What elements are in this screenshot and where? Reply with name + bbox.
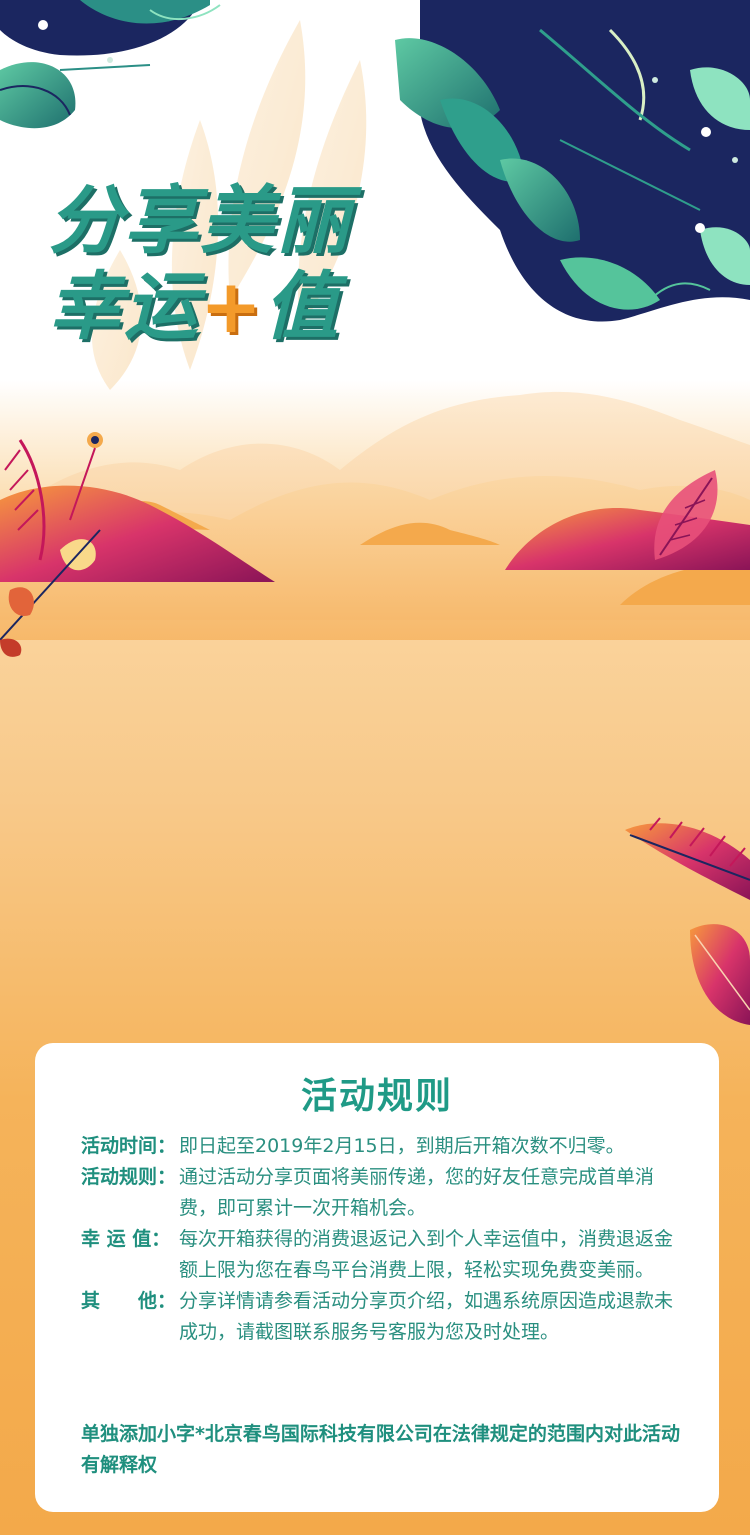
rule-label: 幸 运 值： [81, 1228, 171, 1250]
rule-text: 通过活动分享页面将美丽传递，您的好友任意完成首单消费，即可累计一次开箱机会。 [179, 1166, 655, 1219]
legal-note: 单独添加小字*北京春鸟国际科技有限公司在法律规定的范围内对此活动有解释权 [81, 1423, 680, 1476]
rule-text: 分享详情请参看活动分享页介绍，如遇系统原因造成退款未成功，请截图联系服务号客服为… [179, 1290, 674, 1343]
rules-card: 活动规则 活动时间： 即日起至2019年2月15日，到期后开箱次数不归零。 活动… [35, 1043, 719, 1512]
rule-text: 即日起至2019年2月15日，到期后开箱次数不归零。 [179, 1135, 625, 1157]
top-left-leaves [0, 0, 221, 129]
headline-part-luck: 幸运 [48, 264, 200, 350]
rule-label: 其 他： [81, 1290, 177, 1312]
lower-right-fern [625, 817, 750, 1025]
headline: 分享美丽 幸运+值 [48, 178, 428, 350]
rule-item-rules: 活动规则： 通过活动分享页面将美丽传递，您的好友任意完成首单消费，即可累计一次开… [81, 1162, 681, 1224]
rule-label: 活动时间： [81, 1135, 177, 1157]
rule-label: 活动规则： [81, 1166, 177, 1188]
rule-item-time: 活动时间： 即日起至2019年2月15日，到期后开箱次数不归零。 [81, 1131, 681, 1162]
headline-line-1: 分享美丽 [48, 178, 352, 264]
headline-part-value: 值 [264, 264, 341, 350]
rules-list: 活动时间： 即日起至2019年2月15日，到期后开箱次数不归零。 活动规则： 通… [81, 1131, 681, 1348]
plus-sign: + [200, 264, 265, 350]
top-right-leaves [395, 0, 750, 322]
rules-title: 活动规则 [300, 1076, 453, 1117]
headline-line-2: 幸运+值 [48, 264, 428, 350]
rule-item-other: 其 他： 分享详情请参看活动分享页介绍，如遇系统原因造成退款未成功，请截图联系服… [81, 1286, 681, 1348]
rule-text: 每次开箱获得的消费退返记入到个人幸运值中，消费退返金额上限为您在春鸟平台消费上限… [179, 1228, 674, 1281]
rule-item-lucky-value: 幸 运 值： 每次开箱获得的消费退返记入到个人幸运值中，消费退返金额上限为您在春… [81, 1224, 681, 1286]
